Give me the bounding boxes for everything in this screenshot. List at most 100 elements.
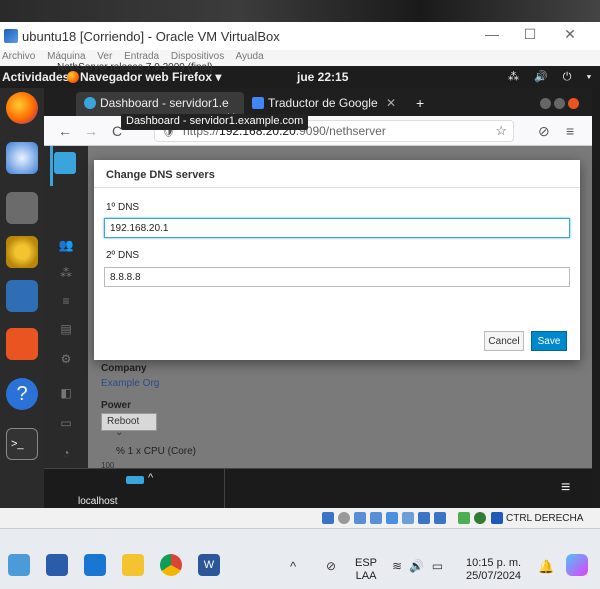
network-adapter-icon[interactable] (370, 512, 382, 524)
settings-icon[interactable]: ⚙ (58, 352, 74, 366)
cockpit-host-bar: ^ localhost ≡ (44, 468, 592, 509)
wifi-icon: ≋ (392, 559, 403, 573)
help-dock-icon[interactable]: ? (6, 378, 38, 410)
close-button[interactable]: ✕ (550, 26, 590, 46)
terminal-dock-icon[interactable]: >_ (6, 428, 38, 460)
cpu-activity-icon[interactable] (458, 512, 470, 524)
host-key-label: CTRL DERECHA (506, 513, 584, 524)
taskbar-clock[interactable]: 10:15 p. m. 25/07/2024 (466, 557, 521, 583)
network-icon[interactable]: ⁂ (58, 266, 74, 280)
virtualbox-window-title: ubuntu18 [Corriendo] - Oracle VM Virtual… (22, 29, 280, 44)
pocket-icon[interactable]: ⊘ (538, 123, 550, 140)
display-icon[interactable] (418, 512, 430, 524)
back-button[interactable]: ← (58, 123, 72, 139)
notification-bell-icon[interactable]: 🔔 (538, 559, 554, 575)
recording-icon[interactable] (434, 512, 446, 524)
lang-line-1: ESP (355, 557, 378, 569)
menu-dispositivos[interactable]: Dispositivos (171, 51, 224, 62)
chevron-down-icon: ⌄ (115, 427, 124, 438)
ubuntu-dock: ? >_ ⋮⋮ (0, 88, 44, 582)
windows-taskbar: W ^ ⊘ ESP LAA ≋ 🔊 ▭ 10:15 p. m. 25/07/20… (0, 528, 600, 589)
dns2-label: 2º DNS (106, 250, 140, 261)
input-language[interactable]: ESP LAA (355, 557, 377, 583)
lang-line-2: LAA (355, 570, 377, 582)
files-dock-icon[interactable] (6, 192, 38, 224)
chevron-up-icon[interactable]: ^ (148, 472, 153, 484)
window-buttons (540, 96, 590, 109)
hdd-icon[interactable] (322, 512, 334, 524)
company-label: Company (101, 363, 147, 374)
optical-drive-icon[interactable] (338, 512, 350, 524)
no-network-icon[interactable]: ⊘ (326, 559, 336, 573)
word-icon[interactable]: W (198, 554, 220, 576)
url-rest: :9090/nethserver (295, 124, 386, 138)
system-icons[interactable]: ≋ 🔊 ▭ (392, 559, 443, 573)
show-hidden-icons[interactable]: ^ (290, 559, 296, 574)
firefox-menu-button[interactable]: ≡ (566, 123, 574, 139)
reports-icon[interactable]: ◔ (58, 446, 74, 460)
power-label: Power (101, 400, 132, 411)
cancel-button[interactable]: Cancel (484, 331, 524, 351)
host-logo-icon[interactable] (126, 476, 144, 484)
server-icon[interactable] (54, 152, 76, 174)
chrome-icon[interactable] (160, 554, 182, 576)
writer-dock-icon[interactable] (6, 280, 38, 312)
dns1-label: 1º DNS (106, 202, 140, 213)
clock[interactable]: jue 22:15 (297, 70, 348, 84)
shared-folders-icon[interactable] (402, 512, 414, 524)
maximize-icon[interactable] (554, 98, 565, 109)
release-text: NethServer release 7.9.2009 (final) (57, 62, 213, 73)
firefox-dock-icon[interactable] (6, 92, 38, 124)
backup-icon[interactable]: ▭ (58, 416, 74, 430)
close-tab-icon[interactable]: ✕ (386, 96, 396, 110)
applications-icon[interactable]: ◧ (58, 386, 74, 400)
taskbar-photos-icon[interactable] (84, 554, 106, 576)
forward-button[interactable]: → (84, 123, 98, 139)
volume-icon: 🔊 (409, 559, 425, 573)
usb-icon[interactable] (386, 512, 398, 524)
bookmark-star-icon[interactable]: ☆ (495, 123, 507, 139)
system-tray[interactable]: ⁂ 🔊 ⏻ ▾ (508, 70, 597, 84)
file-explorer-icon[interactable] (122, 554, 144, 576)
music-dock-icon[interactable] (6, 236, 38, 268)
storage-icon[interactable]: ≡ (58, 294, 74, 308)
menu-entrada[interactable]: Entrada (124, 51, 159, 62)
mouse-integration-icon[interactable] (491, 512, 503, 524)
host-wallpaper-strip (0, 0, 600, 22)
taskbar-app-icon[interactable] (46, 554, 68, 576)
guest-additions-icon[interactable] (474, 512, 486, 524)
software-dock-icon[interactable] (6, 328, 38, 360)
new-tab-button[interactable]: + (416, 95, 424, 111)
mail-dock-icon[interactable] (6, 142, 38, 174)
menu-archivo[interactable]: Archivo (2, 51, 35, 62)
virtualbox-statusbar: CTRL DERECHA (0, 508, 600, 528)
tab-strip: Dashboard - servidor1.e ✕ Traductor de G… (44, 88, 592, 124)
terminal-icon[interactable]: ▤ (58, 322, 74, 336)
users-icon[interactable]: 👥 (58, 238, 74, 252)
menu-ver[interactable]: Ver (97, 51, 112, 62)
tab-label: Dashboard - servidor1.e (100, 96, 229, 110)
cockpit-menu-button[interactable]: ≡ (561, 479, 570, 497)
minimize-button[interactable]: — (472, 26, 512, 46)
company-link[interactable]: Example Org (101, 378, 159, 389)
copilot-icon[interactable] (566, 554, 588, 576)
audio-icon[interactable] (354, 512, 366, 524)
active-indicator (50, 146, 53, 186)
dns1-input[interactable] (104, 218, 570, 238)
maximize-button[interactable]: ☐ (510, 26, 550, 46)
close-window-icon[interactable] (568, 98, 579, 109)
minimize-icon[interactable] (540, 98, 551, 109)
virtualbox-titlebar: ubuntu18 [Corriendo] - Oracle VM Virtual… (0, 22, 600, 50)
dns2-input[interactable] (104, 267, 570, 287)
taskbar-app-icon[interactable] (8, 554, 30, 576)
save-button[interactable]: Save (531, 331, 567, 351)
host-name[interactable]: localhost (78, 496, 117, 507)
cpu-label: % 1 x CPU (Core) (116, 446, 197, 457)
cockpit-sidebar: 👥 ⁂ ≡ ▤ ⚙ ◧ ▭ ◔ (44, 146, 88, 508)
reboot-dropdown[interactable]: Reboot ⌄ (101, 413, 157, 438)
menu-maquina[interactable]: Máquina (47, 51, 85, 62)
tab-dashboard[interactable]: Dashboard - servidor1.e ✕ (76, 92, 244, 124)
dialog-title: Change DNS servers (94, 160, 580, 188)
tab-translator[interactable]: Traductor de Google ✕ (244, 92, 404, 116)
menu-ayuda[interactable]: Ayuda (235, 51, 263, 62)
